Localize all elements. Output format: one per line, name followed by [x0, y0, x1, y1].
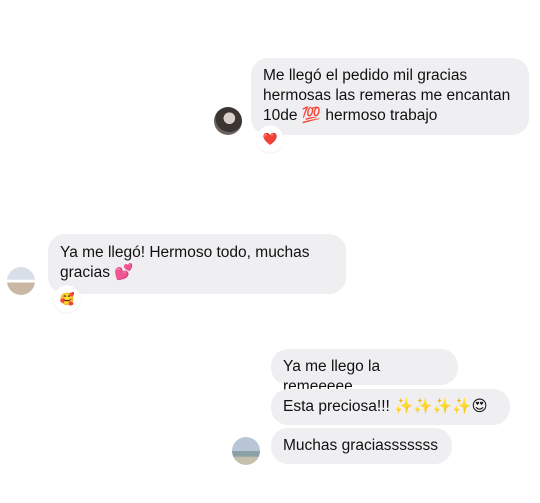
smiling-hearts-reaction[interactable]: 🥰 — [55, 287, 79, 311]
contact-avatar[interactable] — [232, 437, 260, 465]
message-bubble[interactable]: Me llegó el pedido mil gracias hermosas … — [251, 58, 529, 135]
message-bubble[interactable]: Muchas graciasssssss — [271, 428, 452, 464]
message-bubble[interactable]: Esta preciosa!!! ✨✨✨✨😍 — [271, 389, 510, 425]
contact-avatar[interactable] — [214, 107, 242, 135]
message-bubble[interactable]: Ya me llegó! Hermoso todo, muchas gracia… — [48, 234, 346, 294]
heart-reaction[interactable]: ❤️ — [258, 127, 282, 151]
contact-avatar[interactable] — [7, 267, 35, 295]
message-bubble[interactable]: Ya me llego la remeeeee — [271, 349, 458, 395]
